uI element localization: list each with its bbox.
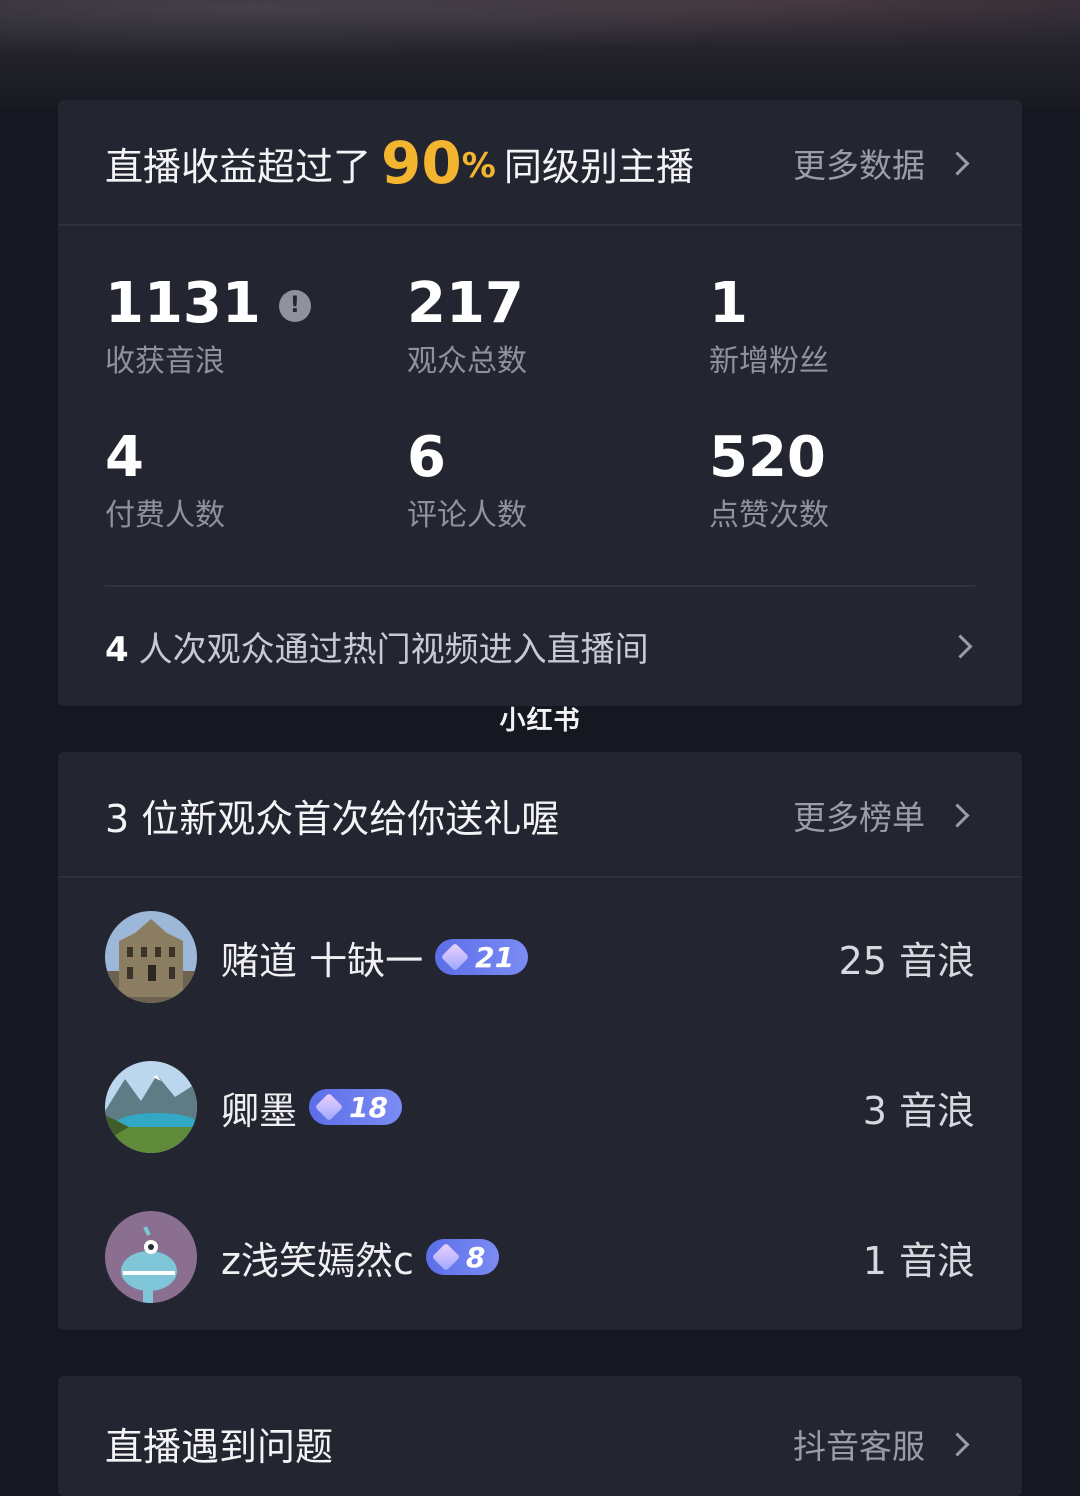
summary-header: 直播收益超过了 90 % 同级别主播 更多数据	[58, 100, 1022, 226]
stat-value: 1	[709, 271, 748, 336]
summary-title: 直播收益超过了 90 % 同级别主播	[105, 100, 694, 226]
live-problems-card: 直播遇到问题 抖音客服	[58, 1376, 1022, 1496]
more-rankings-label: 更多榜单	[793, 798, 925, 837]
level-badge: 8	[425, 1239, 500, 1275]
level-badge: 18	[309, 1089, 402, 1125]
hot-video-entry-row[interactable]: 4 人次观众通过热门视频进入直播间	[105, 610, 975, 682]
stat-paying-users: 4 付费人数	[105, 426, 385, 536]
gifters-header: 3 位新观众首次给你送礼喔 更多榜单	[58, 752, 1022, 878]
gift-amount: 25 音浪	[838, 938, 975, 983]
stat-label: 付费人数	[105, 498, 225, 533]
stat-label: 点赞次数	[709, 498, 829, 533]
chevron-right-icon	[945, 150, 970, 176]
live-summary-card: 直播收益超过了 90 % 同级别主播 更多数据 1131 ! 收获音浪 217 …	[58, 100, 1022, 706]
customer-service-label: 抖音客服	[793, 1427, 925, 1466]
user-name: 赌道 十缺一	[221, 938, 424, 983]
customer-service-link[interactable]: 抖音客服	[793, 1420, 972, 1468]
stat-new-fans: 1 新增粉丝	[709, 272, 989, 382]
gift-amount: 3 音浪	[862, 1088, 975, 1133]
avatar[interactable]	[105, 911, 197, 1003]
watermark: 小红书	[499, 706, 581, 736]
list-item[interactable]: z浅笑嫣然c 8 1 音浪	[105, 1210, 975, 1304]
stat-value: 1131	[105, 271, 261, 336]
stat-value: 520	[709, 425, 826, 490]
hot-video-text-wrap: 4 人次观众通过热门视频进入直播间	[105, 622, 649, 671]
stat-commenters: 6 评论人数	[407, 426, 687, 536]
summary-percent: 90	[381, 129, 462, 197]
avatar[interactable]	[105, 1061, 197, 1153]
level-number: 8	[465, 1240, 486, 1274]
stat-value: 4	[105, 425, 144, 490]
list-item[interactable]: 赌道 十缺一 21 25 音浪	[105, 910, 975, 1004]
gifters-title: 3 位新观众首次给你送礼喔	[105, 796, 560, 841]
summary-percent-symbol: %	[461, 146, 496, 186]
summary-title-prefix: 直播收益超过了	[105, 144, 372, 189]
more-rankings-link[interactable]: 更多榜单	[793, 752, 972, 878]
user-name: z浅笑嫣然c	[221, 1238, 414, 1283]
chevron-right-icon	[948, 633, 973, 659]
stat-value: 217	[407, 271, 524, 336]
gem-icon	[431, 1242, 460, 1272]
level-badge: 21	[435, 939, 529, 975]
info-icon[interactable]: !	[278, 290, 311, 322]
hot-video-text: 人次观众通过热门视频进入直播间	[138, 629, 649, 670]
level-number: 18	[349, 1090, 388, 1124]
top-blurred-background	[0, 0, 1080, 110]
gift-amount: 1 音浪	[862, 1238, 975, 1283]
avatar[interactable]	[105, 1211, 197, 1303]
stat-value: 6	[407, 425, 446, 490]
chevron-right-icon	[945, 802, 970, 828]
stat-label: 收获音浪	[105, 344, 225, 379]
gem-icon	[440, 942, 470, 972]
list-item[interactable]: 卿墨 18 3 音浪	[105, 1060, 975, 1154]
user-name: 卿墨	[221, 1088, 298, 1133]
problems-header: 直播遇到问题 抖音客服	[58, 1376, 1022, 1496]
summary-title-suffix: 同级别主播	[503, 144, 694, 189]
stat-label: 新增粉丝	[709, 344, 829, 379]
more-data-link[interactable]: 更多数据	[793, 100, 972, 226]
divider	[105, 585, 975, 587]
stat-label: 观众总数	[407, 344, 527, 379]
gem-icon	[314, 1092, 344, 1122]
stat-likes: 520 点赞次数	[709, 426, 989, 536]
more-data-label: 更多数据	[793, 146, 925, 185]
level-number: 21	[475, 940, 515, 974]
chevron-right-icon	[945, 1431, 970, 1457]
hot-video-count: 4	[105, 629, 129, 670]
new-gifters-card: 3 位新观众首次给你送礼喔 更多榜单 赌道 十缺一 21 25 音浪 卿墨 18…	[58, 752, 1022, 1330]
problems-title: 直播遇到问题	[105, 1425, 334, 1469]
stat-label: 评论人数	[407, 498, 527, 533]
stat-yinlang[interactable]: 1131 ! 收获音浪	[105, 272, 385, 382]
stat-viewers: 217 观众总数	[407, 272, 687, 382]
